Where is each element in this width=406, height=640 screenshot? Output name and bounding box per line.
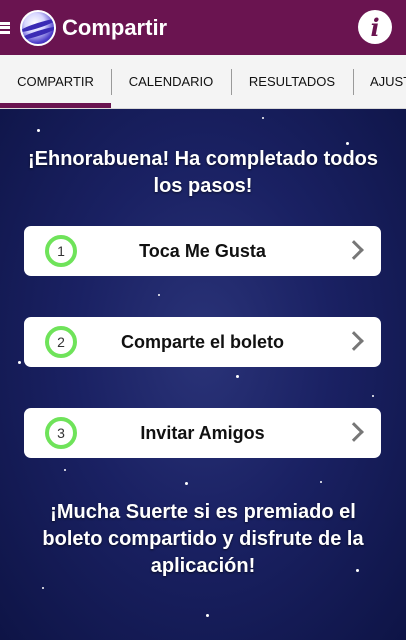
congrats-headline: ¡Ehnorabuena! Ha completado todos los pa… [27,148,379,197]
star-decoration [236,375,239,378]
step-label: Toca Me Gusta [139,240,266,261]
star-decoration [206,614,209,617]
star-decoration [262,117,264,119]
step-number-badge: 3 [45,417,77,449]
step-number-badge: 1 [45,235,77,267]
star-decoration [346,142,349,145]
star-decoration [185,482,188,485]
star-decoration [37,129,40,132]
step-like-button[interactable]: 1 Toca Me Gusta [24,226,381,276]
tab-resultados[interactable]: RESULTADOS [231,55,353,108]
star-decoration [42,587,44,589]
menu-icon[interactable] [0,21,12,35]
app-logo[interactable] [20,9,56,46]
step-label: Comparte el boleto [120,331,285,352]
good-luck-message: ¡Mucha Suerte si es premiado el boleto c… [42,501,364,577]
star-decoration [158,294,160,296]
star-decoration [320,481,322,483]
star-decoration [64,469,66,471]
tab-compartir[interactable]: COMPARTIR [0,55,111,108]
info-button[interactable]: i [358,10,392,44]
step-label: Invitar Amigos [140,422,265,443]
step-invite-friends-button[interactable]: 3 Invitar Amigos [24,408,381,458]
star-decoration [372,395,374,397]
step-share-ticket-button[interactable]: 2 Comparte el boleto [24,317,381,367]
star-decoration [18,361,21,364]
tab-bar: COMPARTIR CALENDARIO RESULTADOS AJUSTES [0,55,406,109]
tab-ajustes[interactable]: AJUSTES [353,55,406,108]
tab-calendario[interactable]: CALENDARIO [111,55,231,108]
share-content: ¡Ehnorabuena! Ha completado todos los pa… [0,109,406,640]
app-bar: Compartir i [0,0,406,55]
step-number-badge: 2 [45,326,77,358]
page-title: Compartir [62,14,168,40]
